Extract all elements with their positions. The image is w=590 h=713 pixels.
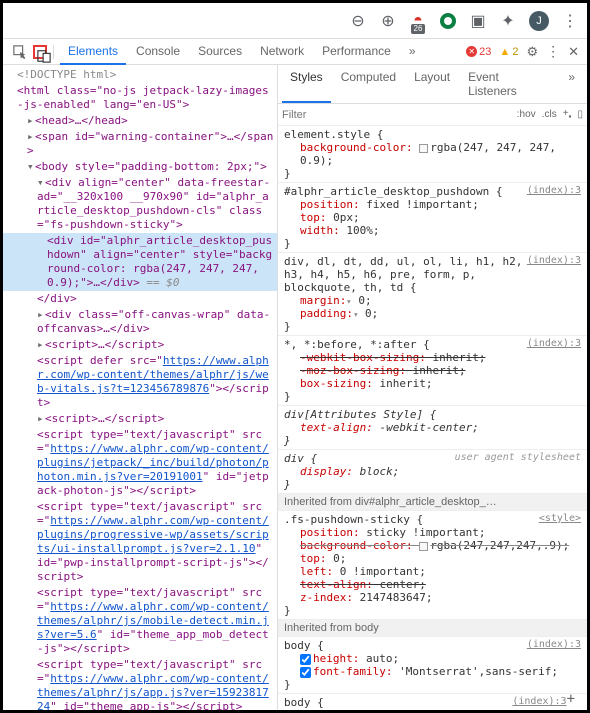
dom-span-warn[interactable]: ▸<span id="warning-container">…</span>	[3, 129, 277, 159]
rules-list[interactable]: element.style { background-color: rgba(2…	[278, 126, 587, 710]
tab-styles[interactable]: Styles	[282, 65, 331, 103]
tab-performance[interactable]: Performance	[314, 39, 399, 65]
inherit-header-body: Inherited from body	[278, 620, 587, 637]
close-devtools-icon[interactable]: ✕	[568, 44, 579, 60]
rule-ua-div[interactable]: div {user agent stylesheet display: bloc…	[278, 450, 587, 494]
green-circle-icon[interactable]	[439, 12, 457, 30]
dom-script2[interactable]: ▸<script>…</script>	[3, 411, 277, 427]
browser-toolbar: ⊖ ⊕ ◓26 ▣ ✦ J ⋮	[3, 3, 587, 39]
tab-sources[interactable]: Sources	[190, 39, 250, 65]
source-link[interactable]: (index):3	[527, 255, 581, 294]
notification-icon[interactable]: ◓26	[409, 12, 427, 30]
settings-icon[interactable]: ⚙	[526, 44, 538, 60]
rule-element-style[interactable]: element.style { background-color: rgba(2…	[278, 126, 587, 183]
source-link[interactable]: (index):3	[512, 696, 566, 709]
new-rule-icon[interactable]: +▪	[563, 108, 572, 121]
inherit-header-div: Inherited from div#alphr_article_desktop…	[278, 494, 587, 511]
hov-toggle[interactable]: :hov	[517, 109, 536, 120]
prop-checkbox[interactable]	[300, 654, 311, 665]
devtools-menu-icon[interactable]: ⋮	[546, 43, 560, 60]
source-link[interactable]: (index):3	[527, 185, 581, 198]
browser-menu-icon[interactable]: ⋮	[561, 12, 579, 30]
dom-script-app[interactable]: <script type="text/javascript" src="http…	[3, 657, 277, 710]
dom-offcanvas[interactable]: ▸<div class="off-canvas-wrap" data-offca…	[3, 307, 277, 337]
dom-freestar[interactable]: ▾<div align="center" data-freestar-ad="_…	[3, 175, 277, 233]
inspect-element-icon[interactable]	[13, 45, 27, 59]
dom-html[interactable]: <html class="no-js jetpack-lazy-images-j…	[3, 83, 277, 113]
dom-script-defer[interactable]: <script defer src="https://www.alphr.com…	[3, 353, 277, 411]
filter-input[interactable]	[282, 109, 517, 121]
styles-tabs: Styles Computed Layout Event Listeners »	[278, 65, 587, 104]
tab-network[interactable]: Network	[252, 39, 312, 65]
tab-elements[interactable]: Elements	[60, 39, 126, 65]
dom-selected-pushdown[interactable]: <div id="alphr_article_desktop_pushdown"…	[3, 233, 277, 291]
dom-close-div[interactable]: </div>	[3, 291, 277, 307]
device-toolbar-icon[interactable]	[33, 45, 47, 59]
styles-panel: Styles Computed Layout Event Listeners »…	[278, 65, 587, 710]
tab-more-icon[interactable]: »	[401, 39, 424, 65]
tab-styles-more-icon[interactable]: »	[560, 65, 583, 103]
prop-checkbox[interactable]	[300, 667, 311, 678]
rule-attr-style[interactable]: div[Attributes Style] { text-align: -web…	[278, 406, 587, 450]
extensions-icon[interactable]: ✦	[499, 12, 517, 30]
source-link[interactable]: <style>	[539, 513, 581, 526]
error-count[interactable]: ✕23	[466, 46, 491, 58]
notif-count: 26	[411, 24, 425, 34]
profile-avatar[interactable]: J	[529, 11, 549, 31]
devtools-tabstrip: Elements Console Sources Network Perform…	[3, 39, 587, 65]
rule-star[interactable]: *, *:before, *:after {(index):3 -webkit-…	[278, 336, 587, 406]
main-tabs: Elements Console Sources Network Perform…	[60, 39, 464, 65]
dom-script-photon[interactable]: <script type="text/javascript" src="http…	[3, 427, 277, 499]
zoom-out-icon[interactable]: ⊖	[349, 12, 367, 30]
dom-script-pwp[interactable]: <script type="text/javascript" src="http…	[3, 499, 277, 585]
warning-count[interactable]: ▲2	[499, 46, 518, 58]
more-styles-icon[interactable]: ▯	[577, 109, 583, 120]
rule-fs-sticky[interactable]: .fs-pushdown-sticky {<style> position: s…	[278, 511, 587, 620]
zoom-in-icon[interactable]: ⊕	[379, 12, 397, 30]
dom-doctype[interactable]: <!DOCTYPE html>	[3, 67, 277, 83]
dom-body[interactable]: ▾<body style="padding-bottom: 2px;">	[3, 159, 277, 175]
tab-computed[interactable]: Computed	[333, 65, 404, 103]
frame-icon[interactable]: ▣	[469, 12, 487, 30]
source-link[interactable]: (index):3	[527, 338, 581, 351]
filter-row: :hov .cls +▪ ▯	[278, 104, 587, 126]
tab-console[interactable]: Console	[128, 39, 188, 65]
source-link[interactable]: (index):3	[527, 639, 581, 652]
cls-toggle[interactable]: .cls	[542, 109, 557, 120]
rule-body1[interactable]: body {(index):3 height: auto; font-famil…	[278, 637, 587, 694]
elements-tree[interactable]: <!DOCTYPE html> <html class="no-js jetpa…	[3, 65, 278, 710]
rule-pushdown[interactable]: #alphr_article_desktop_pushdown {(index)…	[278, 183, 587, 253]
rule-body2[interactable]: body {(index):3 background:▸ #fff; color…	[278, 694, 587, 710]
rule-reset[interactable]: div, dl, dt, dd, ul, ol, li, h1, h2, h3,…	[278, 253, 587, 336]
tab-layout[interactable]: Layout	[406, 65, 458, 103]
tab-listeners[interactable]: Event Listeners	[460, 65, 558, 103]
dom-script1[interactable]: ▸<script>…</script>	[3, 337, 277, 353]
dom-head[interactable]: ▸<head>…</head>	[3, 113, 277, 129]
dom-script-mobile[interactable]: <script type="text/javascript" src="http…	[3, 585, 277, 657]
